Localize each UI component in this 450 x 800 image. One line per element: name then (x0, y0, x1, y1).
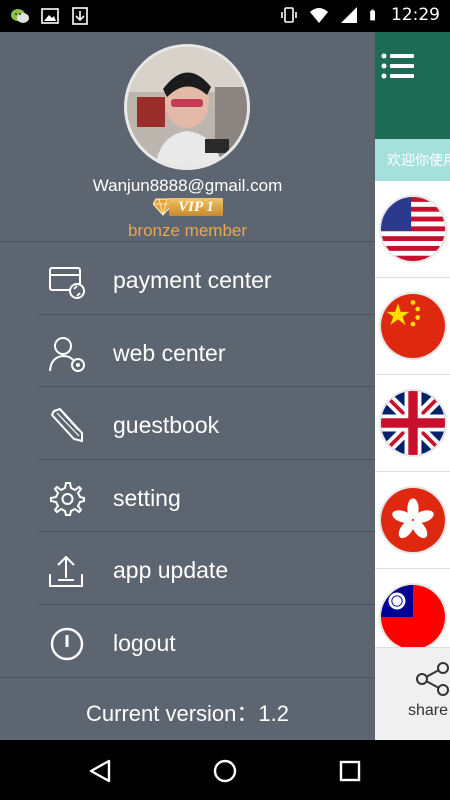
wifi-icon (310, 8, 328, 23)
app-toolbar (375, 32, 450, 139)
menu-label: logout (113, 629, 176, 656)
main-app-panel[interactable]: 欢迎你使用 share (375, 32, 450, 740)
list-item[interactable] (375, 375, 450, 472)
vibrate-icon (281, 7, 297, 23)
avatar[interactable] (124, 44, 250, 170)
wechat-icon (11, 9, 29, 23)
image-icon (41, 8, 59, 24)
menu-label: payment center (113, 267, 272, 293)
back-icon[interactable] (87, 758, 113, 784)
menu-item-setting[interactable]: setting (0, 460, 375, 532)
menu-icon[interactable] (381, 52, 415, 80)
list-item[interactable] (375, 472, 450, 569)
version-label: Current version：1.2 (86, 701, 289, 726)
system-nav-bar (0, 740, 450, 800)
navigation-drawer: Wanjun8888@gmail.com VIP 1 bronze member… (0, 32, 375, 740)
recents-icon[interactable] (337, 758, 363, 784)
signal-icon (341, 7, 357, 23)
status-bar: 12:29 (0, 0, 450, 32)
share-button[interactable]: share (375, 647, 450, 740)
divider (0, 677, 375, 678)
download-icon (72, 7, 88, 25)
card-refresh-icon (49, 267, 85, 299)
taiwan-flag-icon (379, 583, 447, 651)
list-item[interactable] (375, 278, 450, 375)
member-level: bronze member (127, 221, 248, 240)
avatar-photo (127, 47, 247, 167)
menu-item-web-center[interactable]: web center (0, 315, 375, 387)
user-gear-icon (49, 336, 85, 372)
power-icon (50, 627, 84, 660)
menu-label: setting (113, 484, 181, 511)
user-email: Wanjun8888@gmail.com (92, 176, 283, 195)
china-flag-icon (379, 292, 447, 360)
menu-label: app update (113, 557, 229, 583)
menu-label: guestbook (113, 412, 220, 438)
menu-item-logout[interactable]: logout (0, 605, 375, 678)
hong-kong-flag-icon (379, 486, 447, 554)
vip-level: VIP 1 (169, 198, 223, 216)
usa-flag-icon (379, 195, 447, 263)
battery-icon (370, 9, 375, 21)
clock: 12:29 (391, 5, 440, 25)
menu-item-guestbook[interactable]: guestbook (0, 387, 375, 460)
list-item[interactable] (375, 181, 450, 278)
gear-icon (50, 481, 85, 516)
vip-badge: VIP 1 (153, 197, 223, 217)
menu-item-payment-center[interactable]: payment center (0, 242, 375, 315)
uk-flag-icon (379, 389, 447, 457)
upload-icon (49, 555, 83, 587)
share-label: share (408, 702, 449, 719)
welcome-banner: 欢迎你使用 (375, 139, 450, 181)
menu-label: web center (113, 339, 226, 366)
menu-item-app-update[interactable]: app update (0, 532, 375, 605)
home-icon[interactable] (212, 758, 238, 784)
pencil-icon (50, 407, 83, 443)
drawer-menu: payment center web center guestbook sett… (0, 242, 375, 677)
share-icon (416, 662, 449, 696)
country-list (375, 181, 450, 666)
